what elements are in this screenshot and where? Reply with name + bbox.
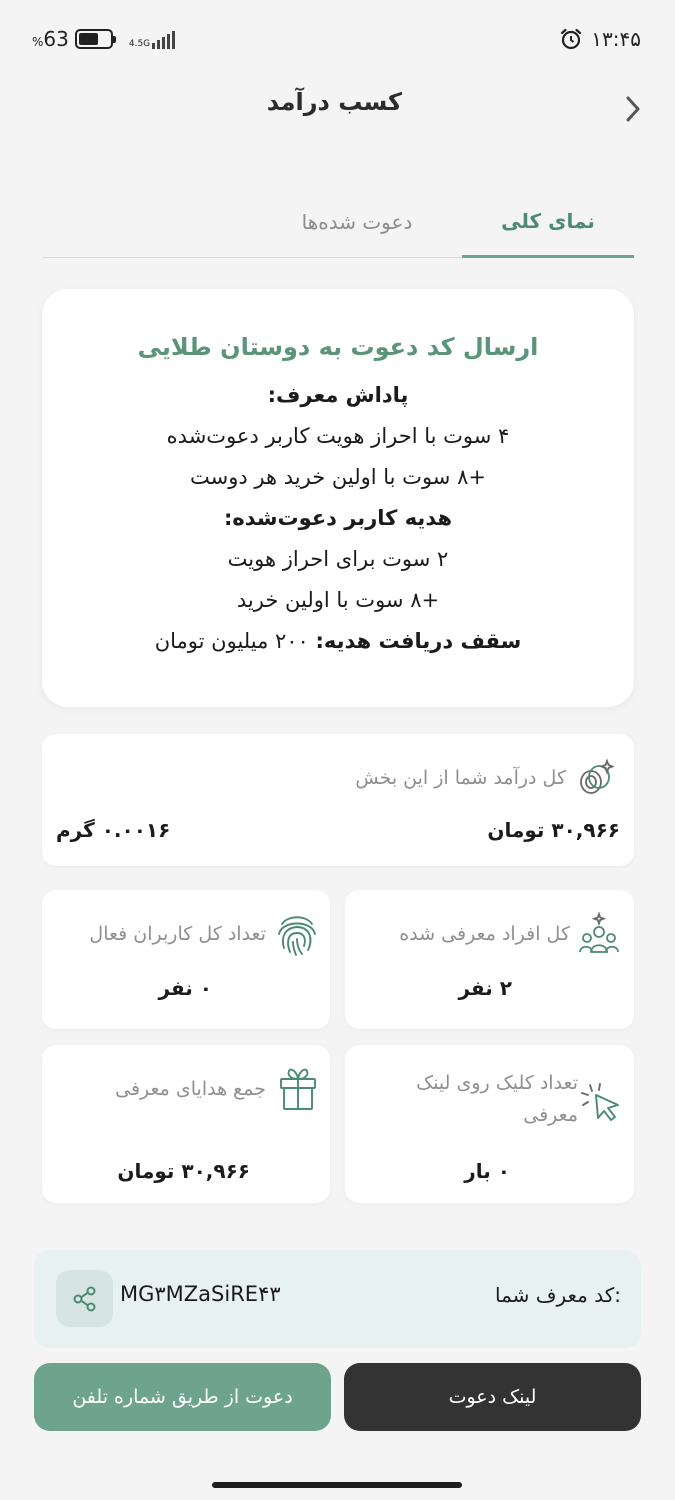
invite-link-button[interactable]: لینک دعوت — [344, 1363, 641, 1431]
referral-code-box: کد معرف شما: MG۳MZaSiRE۴۳ — [34, 1250, 641, 1348]
percent-sign: % — [32, 35, 44, 49]
stat-label: کل افراد معرفی شده — [399, 923, 570, 945]
income-gram-value: ۰.۰۰۱۶ گرم — [56, 818, 171, 842]
clock-time: ۱۳:۴۵ — [591, 27, 641, 51]
promo-line: +۸ سوت با اولین خرید — [236, 588, 440, 612]
promo-title: ارسال کد دعوت به دوستان طلایی — [137, 333, 539, 361]
network-group: 4.5G — [125, 29, 176, 49]
tab-overview[interactable]: نمای کلی — [462, 186, 634, 258]
fingerprint-icon — [274, 912, 320, 958]
stat-label: جمع هدایای معرفی — [115, 1078, 266, 1100]
cursor-click-icon — [580, 1081, 624, 1125]
battery-fill — [78, 33, 98, 45]
status-right: ۱۳:۴۵ — [559, 24, 641, 54]
app-header: کسب درآمد — [0, 58, 675, 158]
stat-card-gifts-total: جمع هدایای معرفی ۳۰,۹۶۶ تومان — [42, 1045, 330, 1203]
tab-bar: نمای کلی دعوت شده‌ها — [42, 186, 634, 258]
battery-percent-value: 63 — [43, 27, 69, 51]
coins-sparkle-icon — [576, 756, 614, 798]
promo-line: ۲ سوت برای احراز هویت — [227, 547, 449, 571]
promo-cap-line: سقف دریافت هدیه: ۲۰۰ میلیون تومان — [42, 621, 634, 662]
promo-line: ۴ سوت با احراز هویت کاربر دعوت‌شده — [166, 424, 510, 448]
stat-value: ۰ بار — [464, 1159, 510, 1183]
home-indicator — [212, 1482, 462, 1488]
income-toman-value: ۳۰,۹۶۶ تومان — [487, 818, 620, 842]
stat-card-referred-total: کل افراد معرفی شده ۲ نفر — [345, 890, 634, 1029]
income-label: کل درآمد شما از این بخش — [355, 767, 566, 789]
page-title: کسب درآمد — [266, 88, 402, 116]
stat-card-active-users: تعداد کل کاربران فعال ۰ نفر — [42, 890, 330, 1029]
status-left: %63 4.5G — [32, 24, 176, 54]
promo-line: +۸ سوت با اولین خرید هر دوست — [190, 465, 486, 489]
share-button[interactable] — [56, 1270, 113, 1327]
promo-cap-label: سقف دریافت هدیه: — [315, 629, 522, 653]
chevron-right-icon — [626, 96, 640, 122]
network-type-label: 4.5G — [128, 39, 151, 49]
status-bar: %63 4.5G ۱۳:۴۵ — [0, 0, 675, 58]
promo-cap-value: ۲۰۰ میلیون تومان — [154, 629, 309, 653]
promo-referrer-reward-heading: پاداش معرف: — [267, 383, 409, 407]
stat-label: تعداد کل کاربران فعال — [89, 923, 266, 945]
stat-label: تعداد کلیک روی لینک معرفی — [416, 1072, 578, 1126]
stat-card-link-clicks: تعداد کلیک روی لینک معرفی ۰ بار — [345, 1045, 634, 1203]
tab-invited[interactable]: دعوت شده‌ها — [252, 186, 462, 258]
stat-value: ۰ نفر — [158, 976, 212, 1000]
promo-invitee-gift-heading: هدیه کاربر دعوت‌شده: — [223, 506, 453, 530]
signal-icon — [152, 29, 176, 49]
alarm-clock-icon — [561, 28, 582, 50]
stat-value: ۳۰,۹۶۶ تومان — [117, 1159, 250, 1183]
income-card: کل درآمد شما از این بخش ۳۰,۹۶۶ تومان ۰.۰… — [42, 734, 634, 866]
promo-card: ارسال کد دعوت به دوستان طلایی پاداش معرف… — [42, 289, 634, 707]
battery-icon — [74, 29, 116, 49]
stat-value: ۲ نفر — [458, 976, 512, 1000]
invite-by-phone-button[interactable]: دعوت از طریق شماره تلفن — [34, 1363, 331, 1431]
gift-icon — [278, 1065, 318, 1111]
back-button[interactable] — [619, 92, 647, 126]
referral-code-label: کد معرف شما: — [494, 1283, 621, 1307]
battery-percent: %63 — [32, 27, 69, 51]
people-group-icon — [578, 912, 620, 956]
referral-code-value: MG۳MZaSiRE۴۳ — [120, 1282, 281, 1306]
share-icon — [73, 1286, 95, 1311]
